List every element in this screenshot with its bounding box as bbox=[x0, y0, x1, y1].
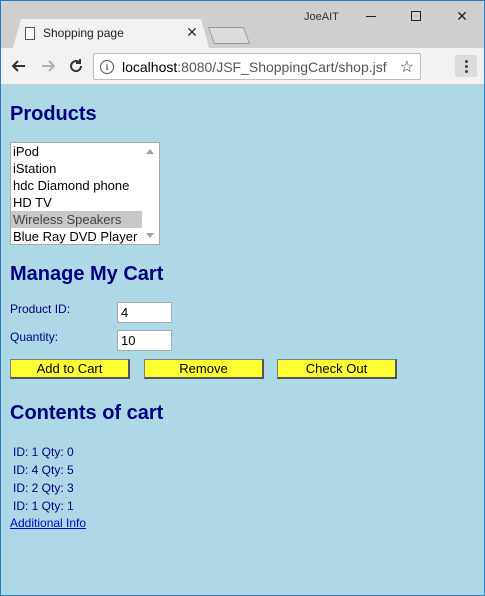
reload-icon bbox=[70, 59, 83, 73]
profile-name[interactable]: JoeAIT bbox=[304, 11, 339, 23]
cart-line: ID: 4 Qty: 5 bbox=[13, 463, 74, 477]
minimize-button[interactable] bbox=[348, 1, 394, 31]
cart-line: ID: 1 Qty: 1 bbox=[13, 499, 74, 513]
browser-tab[interactable]: Shopping page ✕ bbox=[13, 19, 209, 48]
cart-contents-heading: Contents of cart bbox=[10, 402, 164, 424]
back-arrow-icon bbox=[11, 60, 25, 72]
title-bar: Shopping page ✕ JoeAIT ✕ bbox=[1, 1, 484, 48]
tab-close-icon[interactable]: ✕ bbox=[185, 24, 199, 40]
reload-button[interactable] bbox=[64, 54, 88, 78]
listbox-scrollbar[interactable] bbox=[142, 143, 159, 244]
forward-button[interactable] bbox=[36, 54, 60, 78]
browser-window: Shopping page ✕ JoeAIT ✕ i localhost:808… bbox=[0, 0, 485, 596]
maximize-icon bbox=[411, 11, 421, 21]
close-icon: ✕ bbox=[456, 7, 468, 24]
new-tab-button[interactable] bbox=[207, 27, 251, 44]
additional-info-link[interactable]: Additional Info bbox=[10, 516, 86, 530]
add-to-cart-button[interactable]: Add to Cart bbox=[10, 359, 130, 379]
product-id-label: Product ID: bbox=[10, 302, 71, 316]
browser-menu-button[interactable] bbox=[455, 55, 477, 77]
quantity-input[interactable]: 10 bbox=[117, 330, 172, 351]
bookmark-star-icon[interactable]: ☆ bbox=[400, 57, 414, 77]
manage-cart-heading: Manage My Cart bbox=[10, 263, 164, 285]
tab-title: Shopping page bbox=[43, 26, 124, 40]
address-bar[interactable]: i localhost:8080/JSF_ShoppingCart/shop.j… bbox=[93, 53, 421, 80]
url-text[interactable]: localhost:8080/JSF_ShoppingCart/shop.jsf bbox=[122, 59, 387, 75]
scroll-up-icon[interactable] bbox=[146, 149, 154, 154]
forward-arrow-icon bbox=[42, 60, 56, 72]
close-window-button[interactable]: ✕ bbox=[439, 1, 485, 31]
list-item-selected[interactable]: Wireless Speakers bbox=[11, 211, 142, 228]
scroll-down-icon[interactable] bbox=[146, 233, 154, 238]
page-icon bbox=[25, 27, 35, 40]
menu-dot-icon bbox=[464, 64, 468, 68]
cart-line: ID: 2 Qty: 3 bbox=[13, 481, 74, 495]
back-button[interactable] bbox=[7, 54, 31, 78]
page-content: Products iPod iStation hdc Diamond phone… bbox=[1, 86, 484, 595]
list-item[interactable]: hdc Diamond phone bbox=[11, 177, 142, 194]
minimize-icon bbox=[366, 15, 376, 17]
info-icon[interactable]: i bbox=[100, 60, 114, 74]
list-item[interactable]: iStation bbox=[11, 160, 142, 177]
products-listbox[interactable]: iPod iStation hdc Diamond phone HD TV Wi… bbox=[10, 142, 160, 245]
menu-dot-icon bbox=[464, 59, 468, 63]
remove-button[interactable]: Remove bbox=[144, 359, 264, 379]
menu-dot-icon bbox=[464, 69, 468, 73]
list-item[interactable]: HD TV bbox=[11, 194, 142, 211]
quantity-label: Quantity: bbox=[10, 330, 59, 344]
list-item[interactable]: iPod bbox=[11, 143, 142, 160]
product-id-input[interactable]: 4 bbox=[117, 302, 172, 323]
list-item[interactable]: Blue Ray DVD Player bbox=[11, 228, 142, 244]
check-out-button[interactable]: Check Out bbox=[277, 359, 397, 379]
maximize-button[interactable] bbox=[393, 1, 439, 31]
cart-line: ID: 1 Qty: 0 bbox=[13, 445, 74, 459]
browser-toolbar: i localhost:8080/JSF_ShoppingCart/shop.j… bbox=[1, 48, 484, 85]
products-heading: Products bbox=[10, 103, 97, 125]
